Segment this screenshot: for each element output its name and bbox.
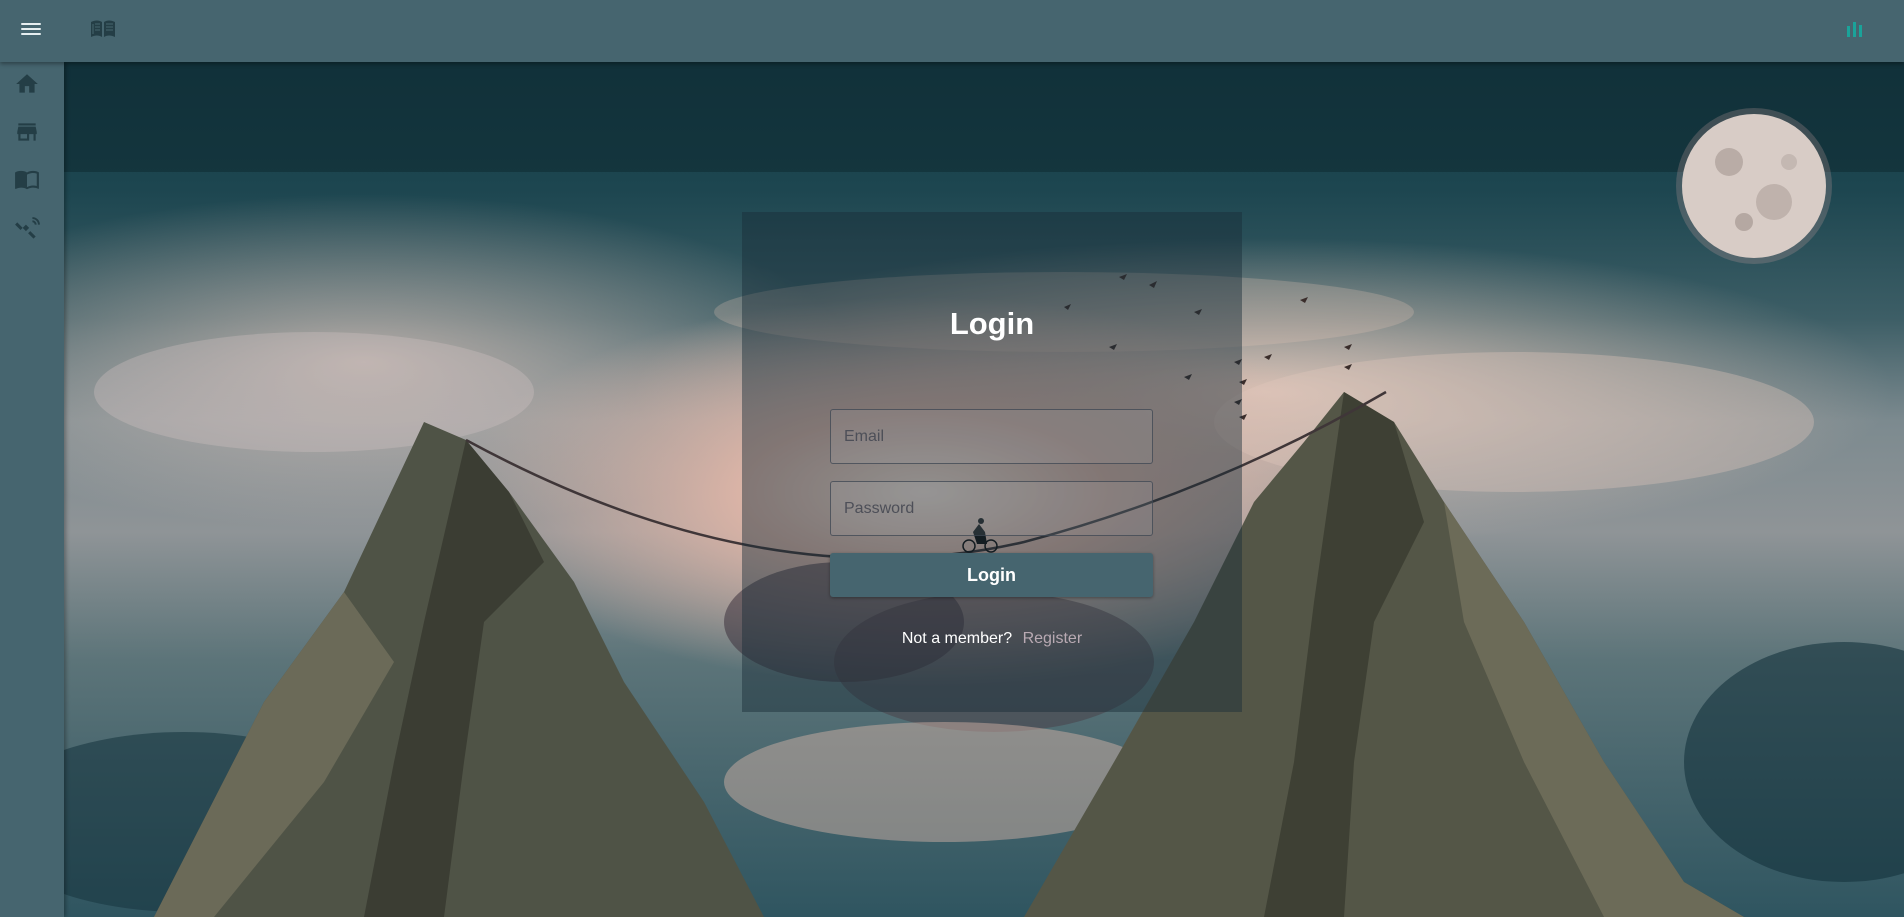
home-icon[interactable]: [14, 71, 40, 97]
top-app-bar: [0, 0, 1904, 62]
store-icon[interactable]: [14, 119, 40, 145]
email-input[interactable]: [830, 409, 1153, 464]
book-icon[interactable]: [14, 166, 40, 192]
not-member-text: Not a member?: [901, 630, 1013, 647]
sidebar: [0, 62, 64, 917]
satellite-icon[interactable]: [14, 217, 40, 243]
login-card: Login Login Not a member? Register: [742, 212, 1242, 712]
equalizer-icon[interactable]: [1844, 20, 1866, 40]
password-input[interactable]: [830, 481, 1153, 536]
login-title: Login: [949, 306, 1035, 341]
register-prompt: Not a member? Register: [742, 630, 1242, 648]
login-button[interactable]: Login: [830, 553, 1153, 597]
menu-icon[interactable]: [20, 19, 42, 41]
open-book-icon[interactable]: [90, 18, 116, 40]
register-link[interactable]: Register: [1023, 630, 1083, 647]
